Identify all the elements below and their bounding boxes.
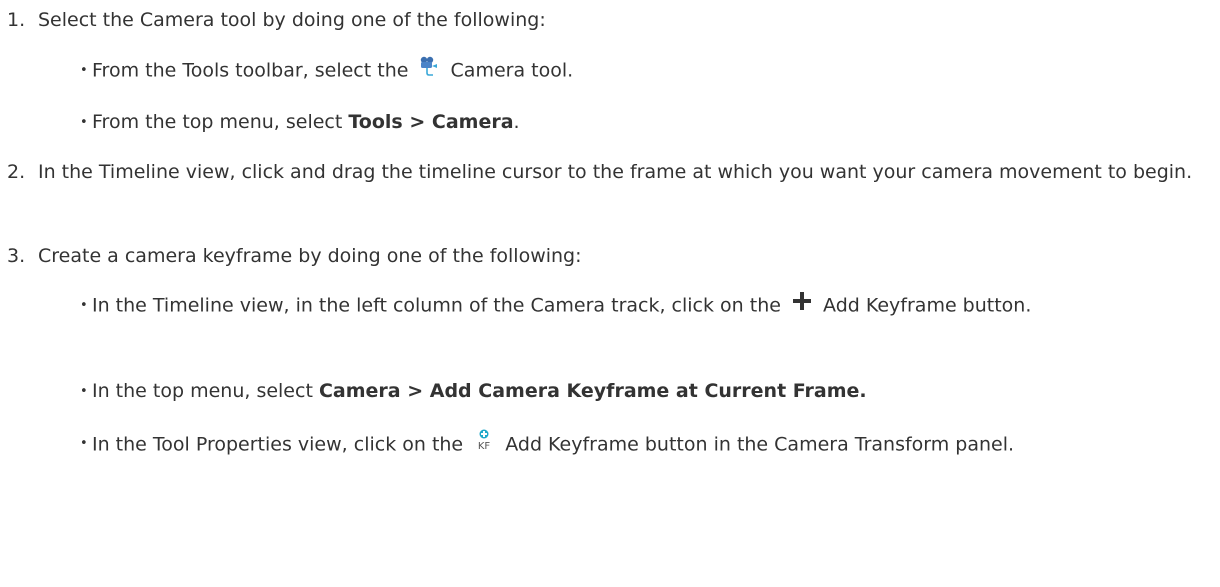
step-text: In the Timeline view, click and drag the… (38, 161, 1193, 183)
step-1-bullet-2: • From the top menu, select Tools > Came… (0, 107, 530, 138)
instructions-document: 1. Select the Camera tool by doing one o… (0, 0, 1220, 587)
step-number: 2. (7, 161, 26, 183)
bullet-text-after: Add Keyframe button. (823, 294, 1032, 317)
bullet-dot: • (80, 298, 88, 313)
bullet-dot: • (80, 63, 88, 78)
step-number: 3. (7, 245, 26, 267)
step-3-bullet-2: • In the top menu, select Camera > Add C… (0, 376, 1220, 407)
add-keyframe-kf-icon: KF (473, 428, 495, 462)
step-2: 2. In the Timeline view, click and drag … (0, 157, 1220, 188)
menu-path: Camera > Add Camera Keyframe at Current … (318, 380, 867, 402)
camera-tool-icon (418, 55, 440, 87)
step-3-bullet-1: • In the Timeline view, in the left colu… (0, 290, 1220, 322)
bullet-text-before: In the Timeline view, in the left column… (92, 294, 781, 317)
step-3-bullet-3: • In the Tool Properties view, click on … (0, 428, 1220, 462)
bullet-text-before: In the Tool Properties view, click on th… (92, 433, 464, 456)
step-1: 1. Select the Camera tool by doing one o… (0, 5, 556, 36)
svg-text:KF: KF (478, 441, 491, 452)
step-text: Select the Camera tool by doing one of t… (38, 9, 546, 31)
bullet-dot: • (80, 436, 88, 451)
step-1-bullet-1: • From the Tools toolbar, select the Cam… (0, 55, 583, 87)
bullet-text-after: Add Keyframe button in the Camera Transf… (505, 433, 1015, 456)
bullet-text-before: From the top menu, select (92, 111, 343, 133)
menu-path: Tools > Camera (348, 111, 514, 133)
step-number: 1. (7, 9, 26, 31)
bullet-text-after: . (513, 111, 520, 133)
bullet-dot: • (80, 115, 88, 130)
step-text: Create a camera keyframe by doing one of… (38, 245, 582, 267)
bullet-text-after: Camera tool. (450, 59, 574, 82)
step-3: 3. Create a camera keyframe by doing one… (0, 241, 592, 272)
bullet-text-before: In the top menu, select (92, 380, 313, 402)
add-plus-icon (791, 290, 813, 322)
bullet-dot: • (80, 384, 88, 399)
bullet-text-before: From the Tools toolbar, select the (92, 59, 409, 82)
